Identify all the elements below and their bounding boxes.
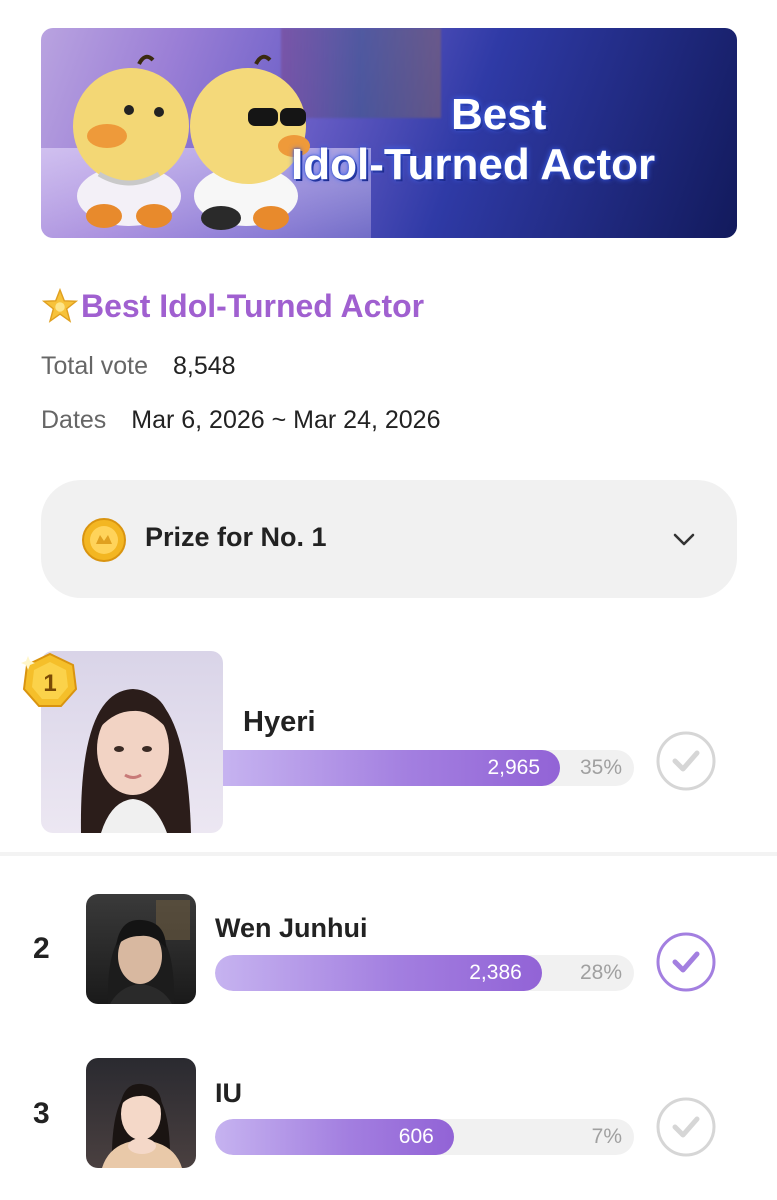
section-divider	[0, 852, 777, 856]
total-vote-row: Total vote 8,548	[41, 352, 236, 381]
chevron-down-icon	[673, 533, 695, 546]
candidate-3-rank: 3	[33, 1097, 50, 1130]
candidate-2-name: Wen Junhui	[215, 913, 368, 943]
poll-title: Best Idol-Turned Actor	[81, 287, 425, 324]
candidate-3-vote-count: 606	[398, 1125, 434, 1148]
poll-title-row: Best Idol-Turned Actor	[41, 286, 424, 326]
candidate-2-portrait-image	[107, 900, 190, 1004]
candidate-2-photo[interactable]	[86, 894, 196, 1004]
check-circle-icon[interactable]	[655, 931, 717, 993]
star-sparkle-icon	[41, 287, 79, 323]
candidate-2-vote-count: 2,386	[469, 961, 522, 984]
candidate-3-vote-bar: 606 7%	[215, 1119, 634, 1155]
poll-banner: Best Idol-Turned Actor	[41, 28, 737, 238]
duck-mascot-right-image	[190, 54, 310, 230]
candidate-1-vote-percent: 35%	[579, 756, 622, 779]
candidate-2-vote-bar: 2,386 28%	[215, 955, 634, 991]
candidate-3-vote-percent: 7%	[591, 1125, 622, 1148]
rank-1-medal-number: 1	[43, 670, 56, 697]
check-circle-icon[interactable]	[655, 730, 717, 792]
prize-label: Prize for No. 1	[145, 522, 327, 552]
total-vote-value: 8,548	[172, 352, 236, 380]
candidate-3-portrait-image	[102, 1083, 182, 1168]
dates-row: Dates Mar 6, 2026 ~ Mar 24, 2026	[41, 406, 440, 435]
coin-icon	[82, 518, 126, 562]
candidate-1-vote-bar: 2,965 35%	[223, 750, 634, 786]
check-circle-icon[interactable]	[655, 1096, 717, 1158]
candidate-1-vote-count: 2,965	[487, 756, 541, 779]
banner-title-line1: Best	[451, 90, 547, 139]
candidate-1-name: Hyeri	[243, 706, 316, 738]
banner-title-line2: Idol-Turned Actor	[291, 140, 656, 189]
rank-1-medal-icon: 1	[21, 652, 78, 707]
candidate-2-rank: 2	[33, 932, 50, 965]
total-vote-label: Total vote	[41, 352, 149, 380]
dates-value: Mar 6, 2026 ~ Mar 24, 2026	[131, 406, 441, 434]
dates-label: Dates	[41, 406, 107, 434]
candidate-3-name: IU	[215, 1078, 242, 1108]
candidate-2-vote-percent: 28%	[579, 961, 622, 984]
candidate-3-photo[interactable]	[86, 1058, 196, 1168]
prize-dropdown[interactable]: Prize for No. 1	[41, 480, 737, 598]
